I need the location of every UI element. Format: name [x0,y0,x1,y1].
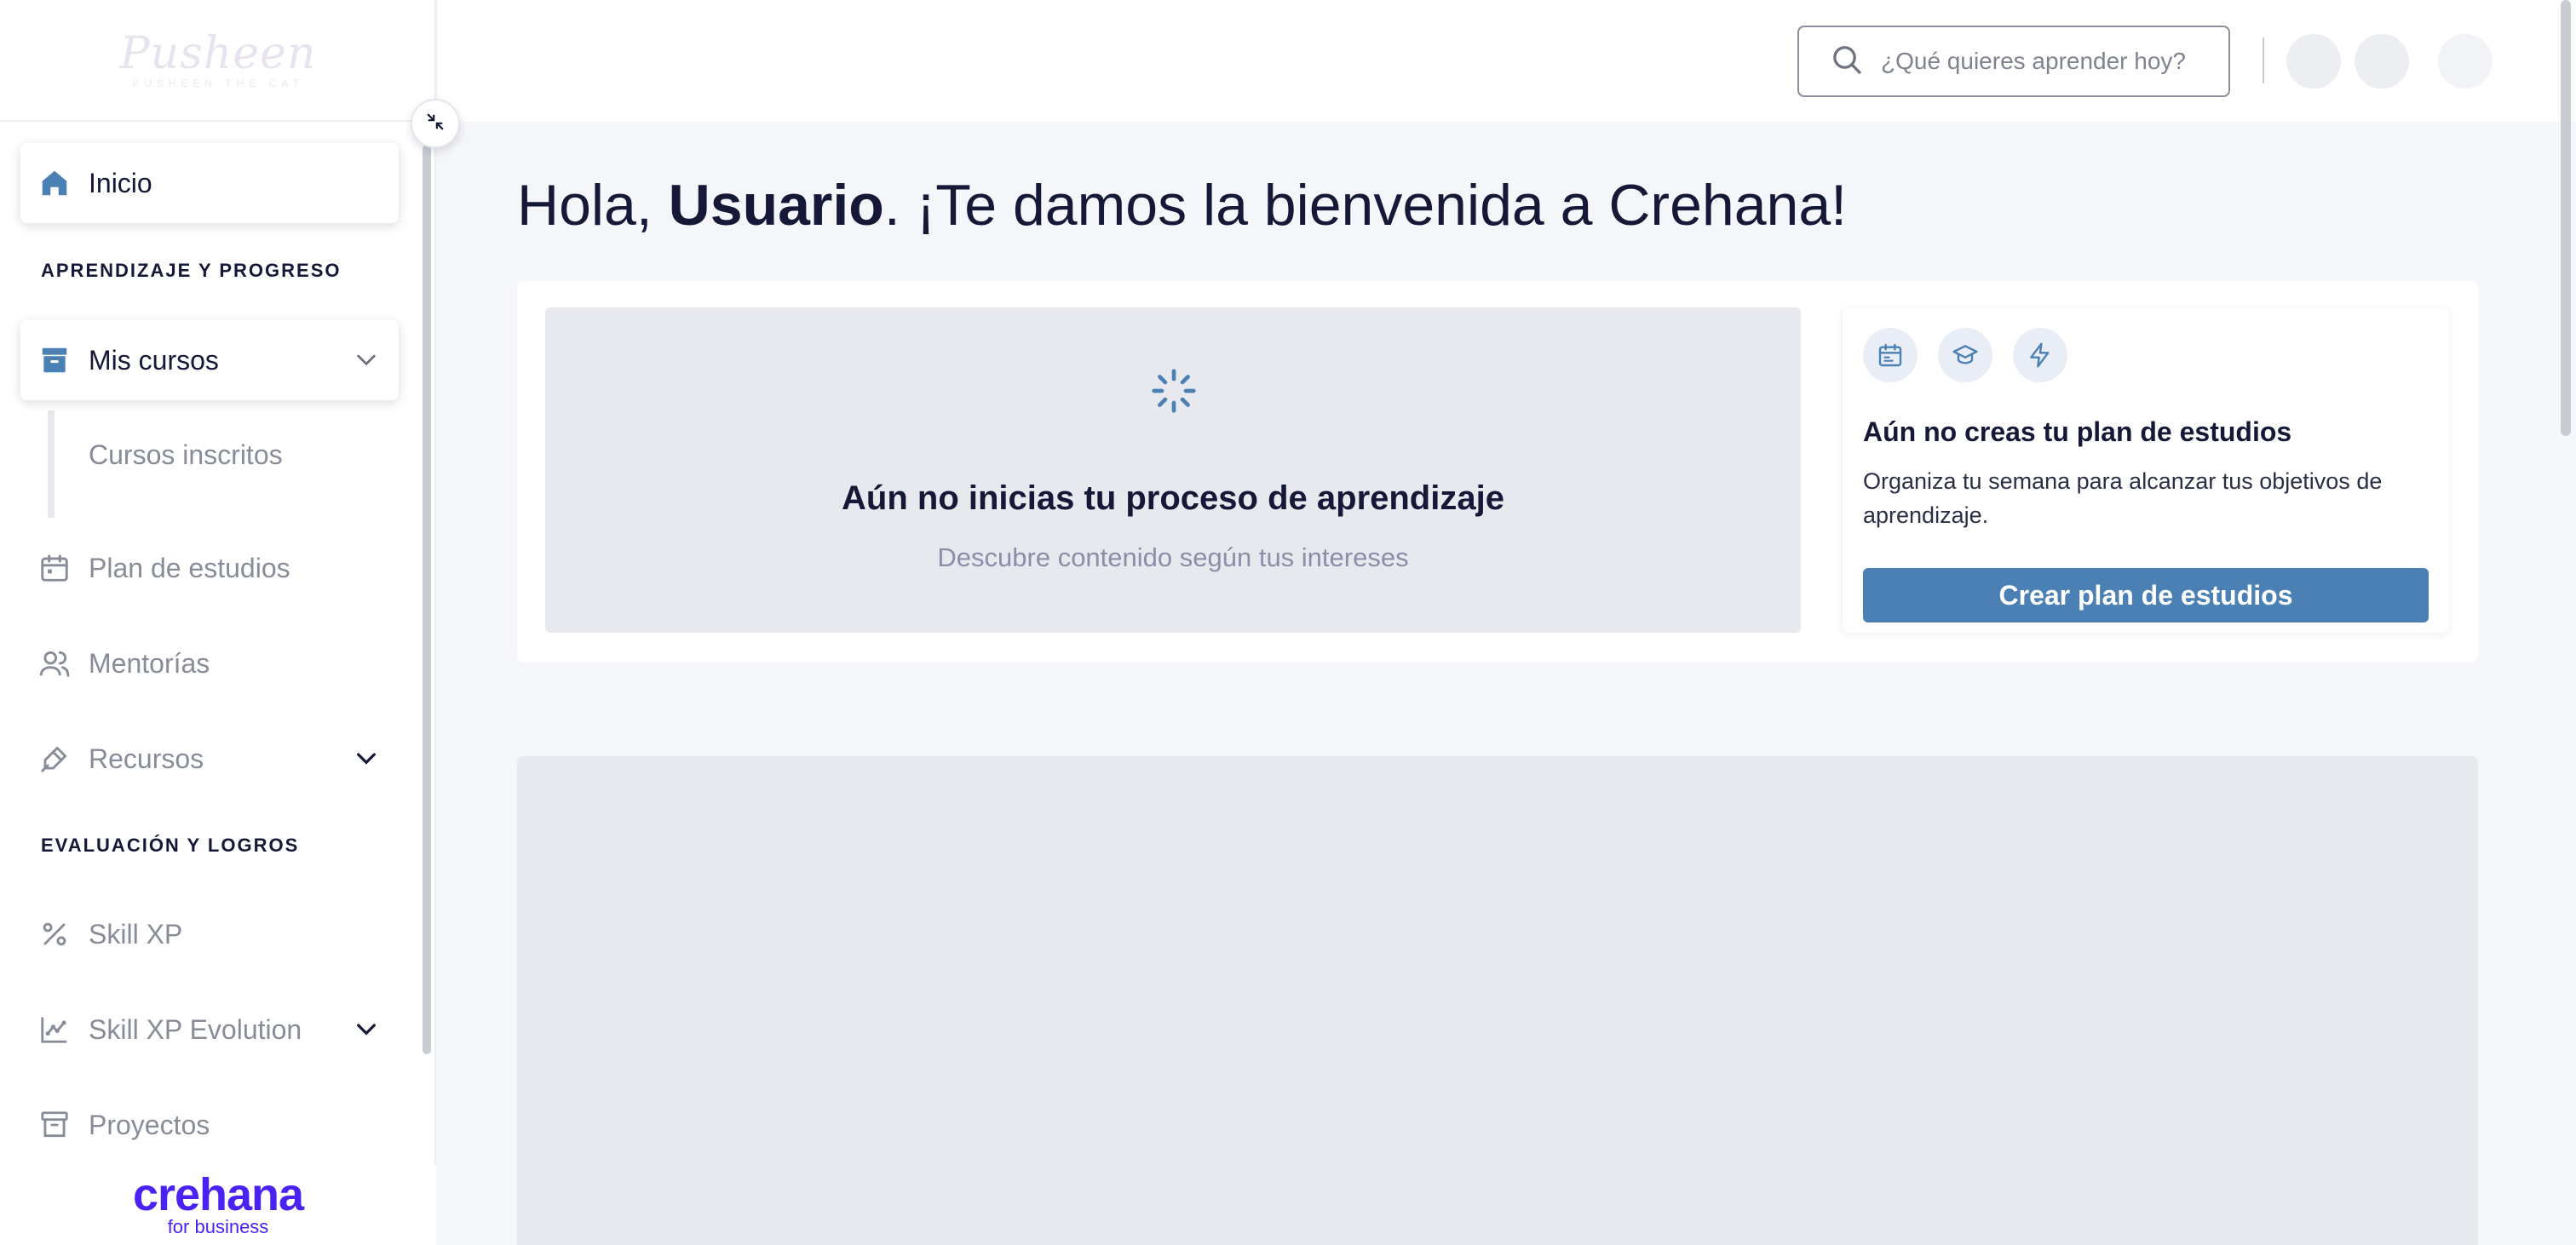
sidebar-item-proyectos[interactable]: Proyectos [20,1085,399,1165]
main-scrollbar[interactable] [2561,0,2571,436]
brand-tagline: PUSHEEN THE CAT [132,77,304,89]
header-action-placeholder[interactable] [2355,34,2409,89]
collapse-sidebar-button[interactable] [411,99,460,148]
archive-icon [37,1108,72,1142]
top-bar [438,0,2576,122]
calendar-icon [1863,328,1918,382]
sidebar-item-label: Skill XP [89,918,183,950]
users-icon [37,646,72,680]
crehana-wordmark: crehana [132,1169,304,1221]
crehana-logo: crehana for business [0,1165,436,1245]
learning-summary-card: Aún no inicias tu proceso de aprendizaje… [517,281,2478,663]
collapse-icon [426,112,445,135]
sidebar-item-label: Mentorías [89,647,210,679]
search-icon [1830,43,1864,81]
avatar[interactable] [2438,34,2493,89]
plan-card-description: Organiza tu semana para alcanzar tus obj… [1863,468,2383,528]
sidebar-item-label: Proyectos [89,1109,210,1140]
sidebar-item-inicio[interactable]: Inicio [20,143,399,223]
home-icon [37,166,72,200]
plan-card-title: Aún no creas tu plan de estudios [1863,416,2292,447]
sidebar-item-label: Plan de estudios [89,552,290,583]
sidebar-item-label: Mis cursos [89,344,219,376]
sidebar-item-label: Recursos [89,743,204,774]
crehana-subtitle: for business [167,1215,269,1237]
chevron-down-icon[interactable] [353,744,380,776]
section-title-evaluation: EVALUACIÓN Y LOGROS [41,835,300,856]
chevron-down-icon[interactable] [353,1015,380,1047]
search-input[interactable] [1881,48,2205,75]
header-divider [2263,37,2264,83]
sidebar-item-label: Skill XP Evolution [89,1013,302,1045]
section-title-learning: APRENDIZAJE Y PROGRESO [41,260,342,281]
sidebar-item-label: Inicio [89,167,152,198]
percent-icon [37,917,72,951]
loading-spinner-icon [1150,367,1198,419]
chevron-up-icon[interactable] [353,346,380,377]
header-action-placeholder[interactable] [2286,34,2341,89]
page-title: Hola, Usuario. ¡Te damos la bienvenida a… [517,173,1848,238]
sidebar-subitem-cursos-inscritos[interactable]: Cursos inscritos [89,439,283,471]
create-study-plan-button[interactable]: Crear plan de estudios [1863,568,2429,622]
submenu-indicator [48,410,55,518]
user-name: Usuario [668,173,884,238]
tools-icon [37,742,72,776]
empty-state-subtitle: Descubre contenido según tus intereses [937,542,1409,572]
sidebar-scrollbar[interactable] [423,145,431,1054]
sidebar-item-plan-de-estudios[interactable]: Plan de estudios [20,528,399,608]
empty-state-title: Aún no inicias tu proceso de aprendizaje [842,479,1504,517]
sidebar-item-mis-cursos[interactable]: Mis cursos [20,320,399,400]
sidebar-item-skill-xp-evolution[interactable]: Skill XP Evolution [20,990,399,1070]
plan-icons [1863,328,2067,382]
search-box[interactable] [1797,26,2230,97]
calendar-icon [37,551,72,585]
graduation-cap-icon [1938,328,1992,382]
study-plan-card: Aún no creas tu plan de estudios Organiz… [1843,307,2449,633]
sidebar-item-mentorias[interactable]: Mentorías [20,623,399,703]
empty-learning-panel: Aún no inicias tu proceso de aprendizaje… [545,307,1801,633]
archive-icon [37,343,72,377]
brand-name: Pusheen [119,27,317,79]
sidebar-item-recursos[interactable]: Recursos [20,719,399,799]
lightning-icon [2013,328,2067,382]
content-loading-placeholder [517,756,2478,1245]
brand-logo[interactable]: Pusheen PUSHEEN THE CAT [0,0,436,122]
sidebar: Pusheen PUSHEEN THE CAT Inicio APRENDIZA… [0,0,436,1245]
sidebar-item-skill-xp[interactable]: Skill XP [20,894,399,974]
chart-icon [37,1013,72,1047]
